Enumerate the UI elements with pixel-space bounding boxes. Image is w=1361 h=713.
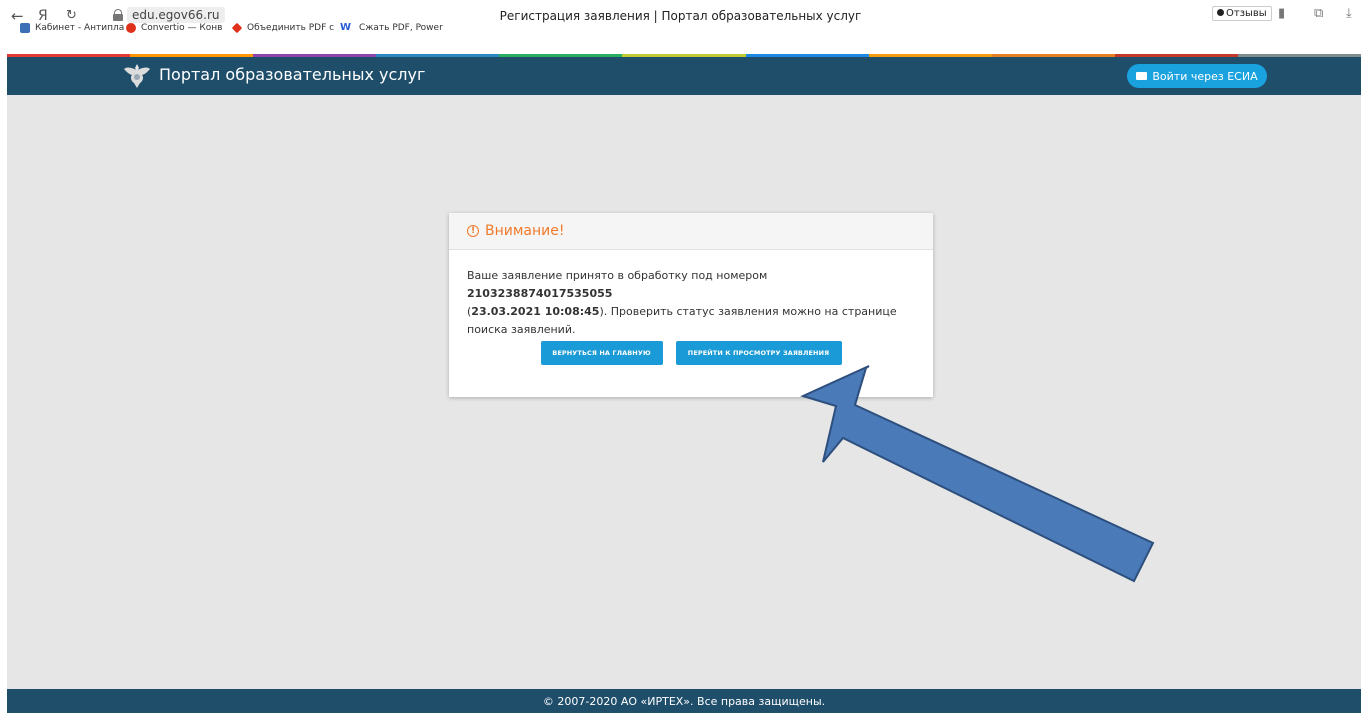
view-application-button[interactable]: ПЕРЕЙТИ К ПРОСМОТРУ ЗАЯВЛЕНИЯ [675, 341, 842, 365]
return-home-button[interactable]: ВЕРНУТЬСЯ НА ГЛАВНУЮ [540, 341, 663, 365]
word-icon: W [340, 22, 352, 33]
copyright-text: © 2007-2020 АО «ИРТЕХ». Все права защище… [542, 694, 826, 708]
id-card-icon [1136, 72, 1148, 80]
site-title[interactable]: Портал образовательных услуг [159, 65, 425, 84]
bookmarks-bar: Кабинет - Антипла Convertio — Конв Объед… [0, 22, 700, 36]
esia-login-label: Войти через ЕСИА [1152, 69, 1258, 83]
tab-title: Регистрация заявления | Портал образоват… [499, 9, 862, 23]
coat-of-arms-icon[interactable] [122, 62, 152, 90]
chat-bubble-icon [1217, 9, 1224, 16]
shield-icon [20, 23, 30, 33]
site-footer: © 2007-2020 АО «ИРТЕХ». Все права защище… [7, 689, 1361, 713]
esia-login-button[interactable]: Войти через ЕСИА [1127, 64, 1267, 88]
main-content: ! Внимание! Ваше заявление принято в обр… [7, 95, 1361, 689]
bookmark-item[interactable]: W Сжать PDF, Power [340, 22, 443, 34]
application-number: 2103238874017535055 [467, 287, 613, 300]
bookmark-icon[interactable]: ▮ [1278, 6, 1285, 21]
dialog-buttons: ВЕРНУТЬСЯ НА ГЛАВНУЮ ПЕРЕЙТИ К ПРОСМОТРУ… [449, 341, 933, 365]
application-datetime: 23.03.2021 10:08:45 [471, 305, 600, 318]
bookmark-item[interactable]: Convertio — Конв [126, 23, 222, 33]
dialog-header: ! Внимание! [449, 213, 933, 250]
attention-dialog: ! Внимание! Ваше заявление принято в обр… [449, 213, 933, 397]
feedback-label: Отзывы [1226, 8, 1267, 19]
download-icon[interactable]: ⤓ [1346, 6, 1352, 21]
convertio-icon [126, 23, 136, 33]
collections-icon[interactable]: ⧉ [1314, 6, 1323, 21]
warning-icon: ! [467, 225, 479, 237]
pdf-heart-icon [231, 22, 243, 34]
site-header: Портал образовательных услуг Войти через… [7, 57, 1361, 95]
feedback-button[interactable]: Отзывы [1212, 6, 1272, 21]
dialog-title: Внимание! [485, 223, 565, 239]
dialog-message: Ваше заявление принято в обработку под н… [467, 269, 897, 336]
bookmark-item[interactable]: Объединить PDF с [231, 22, 334, 34]
bookmark-item[interactable]: Кабинет - Антипла [20, 23, 124, 33]
